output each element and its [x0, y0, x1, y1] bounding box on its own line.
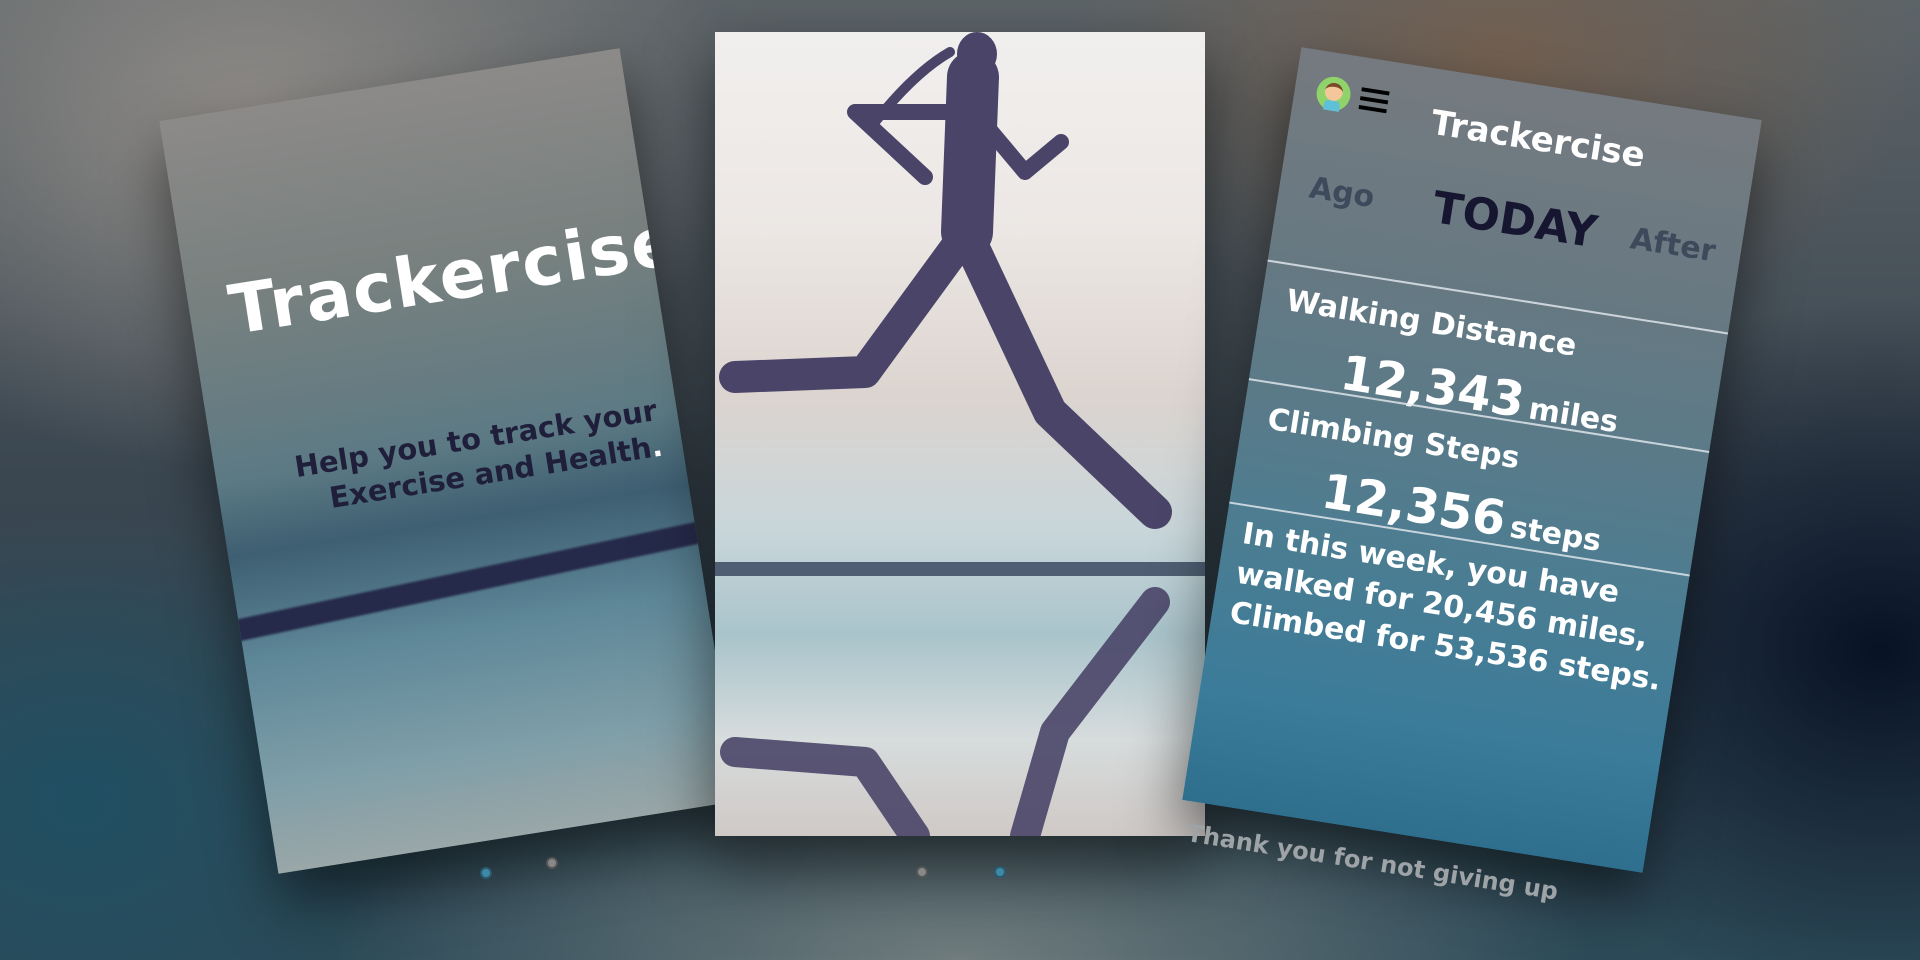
pager-dot-center-2[interactable] [994, 866, 1006, 878]
footer-message: Thank you for not giving up [1184, 819, 1561, 906]
hamburger-menu-icon[interactable] [1358, 87, 1390, 118]
app-title: Trackercise [1428, 102, 1648, 177]
splash-screen: Trackercise Help you to track your Exerc… [159, 48, 739, 874]
runner-silhouette [719, 32, 1172, 836]
splash-title: Trackercise [223, 201, 685, 351]
splash-subtitle: Help you to track your Exercise and Heal… [292, 392, 665, 520]
pager-dot-center-1[interactable] [916, 866, 928, 878]
pager-dot-left-1[interactable] [480, 867, 492, 879]
walking-label: Walking Distance [1283, 283, 1579, 364]
pager-dot-left-2[interactable] [546, 857, 558, 869]
nav-current-day: TODAY [1429, 182, 1601, 259]
nav-next-day[interactable]: After [1628, 221, 1718, 269]
user-avatar[interactable] [1314, 74, 1354, 114]
runner-silhouette-image [715, 32, 1205, 836]
climbing-unit: steps [1507, 510, 1604, 559]
horizon-band [218, 517, 718, 646]
runner-image-screen [715, 32, 1205, 836]
horizon-line [715, 562, 1205, 576]
nav-prev-day[interactable]: Ago [1307, 170, 1377, 215]
dashboard-screen: Trackercise Ago TODAY After Walking Dist… [1182, 47, 1762, 906]
